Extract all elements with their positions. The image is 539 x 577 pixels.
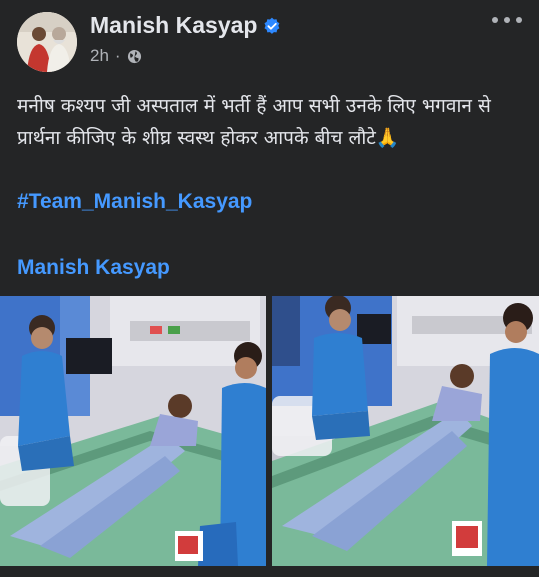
meta-separator: · [114, 46, 121, 65]
more-options-button[interactable] [492, 12, 522, 28]
photo-2[interactable] [272, 296, 539, 566]
avatar-photo [17, 12, 77, 72]
author-name[interactable]: Manish Kasyap [90, 12, 281, 39]
post-meta: 2h · [90, 46, 142, 66]
hospital-photo-2 [272, 296, 539, 566]
post-timestamp[interactable]: 2h [90, 46, 109, 66]
author-name-text[interactable]: Manish Kasyap [90, 12, 257, 39]
verified-badge-icon [264, 17, 280, 34]
globe-icon[interactable] [127, 49, 142, 64]
more-dot [492, 17, 498, 23]
avatar[interactable] [17, 12, 77, 72]
more-dot [516, 17, 522, 23]
photo-1[interactable] [0, 296, 266, 566]
post-text: मनीष कश्यप जी अस्पताल में भर्ती हैं आप स… [17, 95, 491, 149]
mention-link[interactable]: Manish Kasyap [17, 256, 170, 280]
hashtag-link[interactable]: #Team_Manish_Kasyap [17, 190, 252, 214]
hospital-photo-1 [0, 296, 266, 566]
post-header: Manish Kasyap 2h · [0, 0, 539, 72]
photo-grid [0, 296, 539, 566]
more-dot [504, 17, 510, 23]
